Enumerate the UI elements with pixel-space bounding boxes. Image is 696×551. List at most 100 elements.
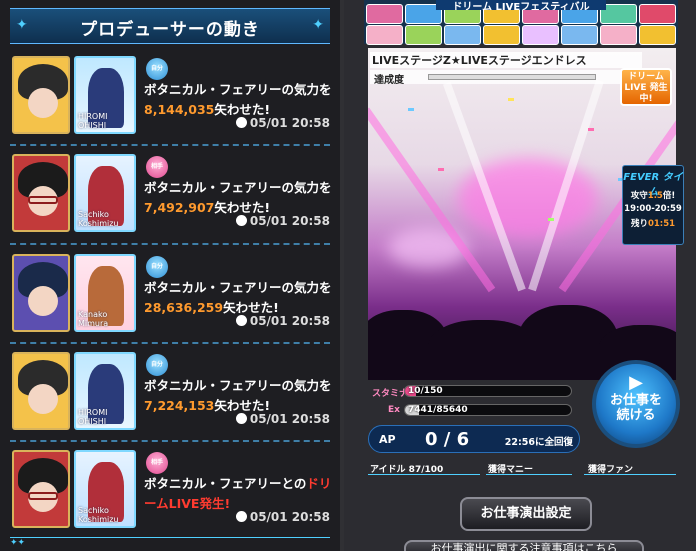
timestamp-text: 05/01 20:58 (249, 116, 330, 130)
idol-card[interactable]: HIROMI OHISHI (74, 352, 136, 430)
activity-message: ボタニカル・フェアリーの気力を 7,224,153矢わせた! (144, 376, 332, 416)
event-title: ドリーム LIVEフェスティバル (436, 0, 606, 10)
menu-button[interactable] (639, 4, 676, 24)
activity-message: ボタニカル・フェアリーの気力を 28,636,259矢わせた! (144, 278, 332, 318)
card-name: Sachiko Koshimizu (78, 210, 119, 228)
menu-button[interactable] (405, 25, 442, 45)
menu-button[interactable] (522, 25, 559, 45)
button-label-line2: 続ける (616, 408, 656, 423)
card-name: Sachiko Koshimizu (78, 506, 119, 524)
timestamp: 05/01 20:58 (235, 214, 330, 228)
ex-label: Ex (388, 405, 400, 415)
confetti (438, 168, 444, 171)
ex-value: 7441/85640 (408, 405, 468, 415)
clock-icon (235, 413, 247, 424)
fever-highlight: 01:51 (647, 219, 676, 229)
clock-icon (235, 117, 247, 128)
achievement-progress (428, 74, 596, 80)
damage-value: 7,492,907 (144, 200, 215, 215)
menu-button[interactable] (561, 25, 598, 45)
play-icon: ▶ (629, 372, 643, 393)
message-suffix: 矢わせた! (223, 300, 279, 315)
ap-indicator: AP 0 / 6 22:56に全回復 (368, 425, 580, 453)
avatar-face (28, 384, 58, 414)
live-panel: ドリーム LIVEフェスティバル LIVEステージZ★LIVEステージエンドレス… (344, 0, 696, 551)
app-root: ✦ プロデューサーの動き ✦ HIROMI OHISHI 自分 ボタニカル・フェ… (0, 0, 696, 551)
fever-remaining: 残り01:51 (623, 217, 683, 229)
damage-value: 28,636,259 (144, 300, 224, 315)
menu-row (366, 25, 676, 45)
timestamp: 05/01 20:58 (235, 314, 330, 328)
confetti (588, 128, 594, 131)
rival-badge-icon: 相手 (146, 156, 168, 178)
menu-button[interactable] (600, 25, 637, 45)
menu-button[interactable] (639, 25, 676, 45)
self-badge-icon: 自分 (146, 256, 168, 278)
ap-value: 0 / 6 (425, 429, 470, 450)
list-item[interactable]: Kanako Mimura 自分 ボタニカル・フェアリーの気力を 28,636,2… (10, 252, 332, 344)
producer-avatar[interactable] (12, 154, 70, 232)
avatar-glasses (28, 492, 58, 500)
producer-avatar[interactable] (12, 450, 70, 528)
activity-message: ボタニカル・フェアリーの気力を 7,492,907矢わせた! (144, 178, 332, 218)
menu-button[interactable] (366, 4, 403, 24)
message-text: ボタニカル・フェアリーの気力を (144, 82, 332, 97)
ap-label: AP (379, 433, 396, 446)
menu-button[interactable] (483, 25, 520, 45)
confetti (508, 98, 514, 101)
divider (10, 342, 330, 344)
idol-card[interactable]: Kanako Mimura (74, 254, 136, 332)
activity-message: ボタニカル・フェアリーとのドリームLIVE発生! (144, 474, 332, 514)
message-text: ボタニカル・フェアリーの気力を (144, 280, 332, 295)
avatar-glasses (28, 196, 58, 204)
timestamp-text: 05/01 20:58 (249, 314, 330, 328)
performance-settings-button[interactable]: お仕事演出設定 (460, 497, 592, 531)
divider (486, 474, 572, 475)
fever-text: 攻守 (630, 191, 648, 201)
list-item[interactable]: HIROMI OHISHI 自分 ボタニカル・フェアリーの気力を 7,224,15… (10, 350, 332, 442)
timestamp-text: 05/01 20:58 (249, 412, 330, 426)
timestamp-text: 05/01 20:58 (249, 214, 330, 228)
list-item[interactable]: Sachiko Koshimizu 相手 ボタニカル・フェアリーの気力を 7,49… (10, 152, 332, 244)
panel-title: プロデューサーの動き (80, 20, 260, 40)
clock-icon (235, 215, 247, 226)
stamina-label: スタミナ (372, 389, 409, 399)
idol-card[interactable]: Sachiko Koshimizu (74, 154, 136, 232)
avatar-face (28, 286, 58, 316)
message-text: ボタニカル・フェアリーの気力を (144, 378, 332, 393)
clock-icon (235, 315, 247, 326)
idol-card[interactable]: HIROMI OHISHI (74, 56, 136, 134)
sparkle-icon: ✦ (312, 17, 324, 33)
message-suffix: 矢わせた! (214, 200, 271, 215)
idol-card[interactable]: Sachiko Koshimizu (74, 450, 136, 528)
card-name: Kanako Mimura (78, 310, 109, 328)
card-name: HIROMI OHISHI (78, 112, 108, 130)
achievement-bar: 達成度 0% (370, 70, 642, 86)
producer-avatar[interactable] (12, 352, 70, 430)
confetti (408, 108, 414, 111)
menu-button[interactable] (444, 25, 481, 45)
producer-avatar[interactable] (12, 254, 70, 332)
activity-message: ボタニカル・フェアリーの気力を 8,144,035矢わせた! (144, 80, 332, 120)
stage-title: LIVEステージZ★LIVEステージエンドレス (370, 52, 642, 68)
continue-work-button[interactable]: ▶ お仕事を 続ける (592, 360, 680, 448)
divider (10, 440, 330, 442)
producer-avatar[interactable] (12, 56, 70, 134)
list-item[interactable]: Sachiko Koshimizu 相手 ボタニカル・フェアリーとのドリームLI… (10, 448, 332, 540)
card-name: HIROMI OHISHI (78, 408, 108, 426)
dream-live-badge[interactable]: ドリーム LIVE 発生中! (620, 68, 672, 106)
divider (10, 144, 330, 146)
menu-button[interactable] (366, 25, 403, 45)
message-suffix: 矢わせた! (214, 398, 271, 413)
achievement-label: 達成度 (374, 75, 404, 86)
list-item[interactable]: HIROMI OHISHI 自分 ボタニカル・フェアリーの気力を 8,144,03… (10, 54, 332, 146)
fever-time-range: 19:00-20:59 (624, 204, 682, 214)
self-badge-icon: 自分 (146, 354, 168, 376)
rival-badge-icon: 相手 (146, 452, 168, 474)
notice-button[interactable]: お仕事演出に関する注意事項はこちら (404, 540, 644, 551)
timestamp-text: 05/01 20:58 (249, 510, 330, 524)
fever-text: 残り (630, 219, 648, 229)
fever-text: 倍! (662, 191, 676, 201)
timestamp: 05/01 20:58 (235, 412, 330, 426)
stamina-value: 10/150 (408, 386, 443, 396)
